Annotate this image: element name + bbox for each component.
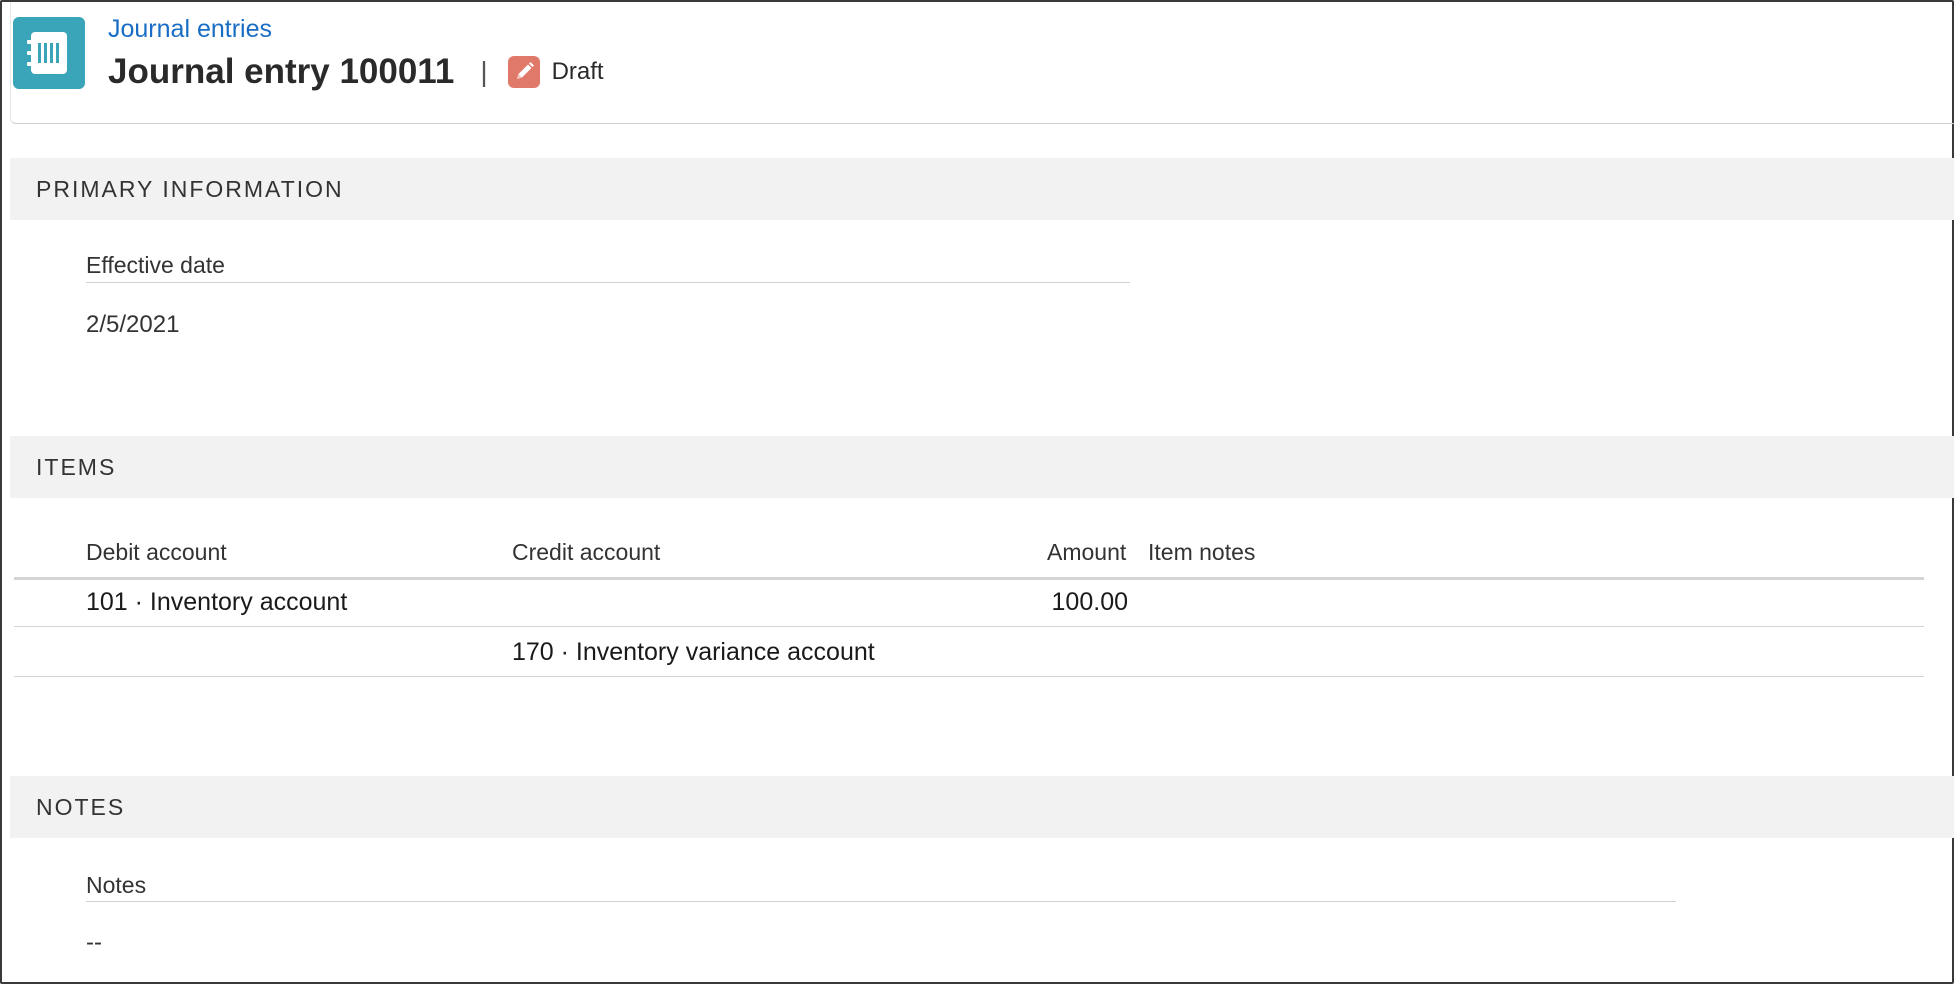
column-header-credit-account: Credit account [512,539,661,565]
row-divider [14,676,1924,677]
column-header-amount: Amount [1047,539,1127,565]
amount-cell: 100.00 [1051,588,1128,616]
effective-date-label: Effective date [86,252,225,278]
column-header-item-notes: Item notes [1148,539,1256,565]
table-header-divider [14,577,1924,580]
section-header-primary-information: PRIMARY INFORMATION [10,158,1954,220]
status-badge: Draft [551,58,604,85]
page-title: Journal entry 100011 [108,52,455,91]
breadcrumb-journal-entries[interactable]: Journal entries [108,15,272,44]
journal-icon [13,17,85,89]
effective-date-value: 2/5/2021 [86,311,180,338]
field-divider [86,901,1676,902]
section-title: NOTES [36,794,126,820]
title-separator: | [480,56,488,87]
field-divider [86,282,1130,283]
credit-account-cell: 170 · Inventory variance account [512,638,875,666]
journal-entry-page: Journal entries Journal entry 100011 | D… [0,0,1954,984]
notes-value: -- [86,929,102,956]
section-title: ITEMS [36,454,117,480]
record-header: Journal entries Journal entry 100011 | D… [10,2,1954,124]
section-header-items: ITEMS [10,436,1954,498]
section-title: PRIMARY INFORMATION [36,176,344,202]
pencil-icon [507,56,540,88]
debit-account-cell: 101 · Inventory account [86,588,348,616]
row-divider [14,626,1924,627]
notes-label: Notes [86,872,147,898]
column-header-debit-account: Debit account [86,539,227,565]
title-row: Journal entry 100011 | Draft [108,52,604,92]
section-header-notes: NOTES [10,776,1954,838]
